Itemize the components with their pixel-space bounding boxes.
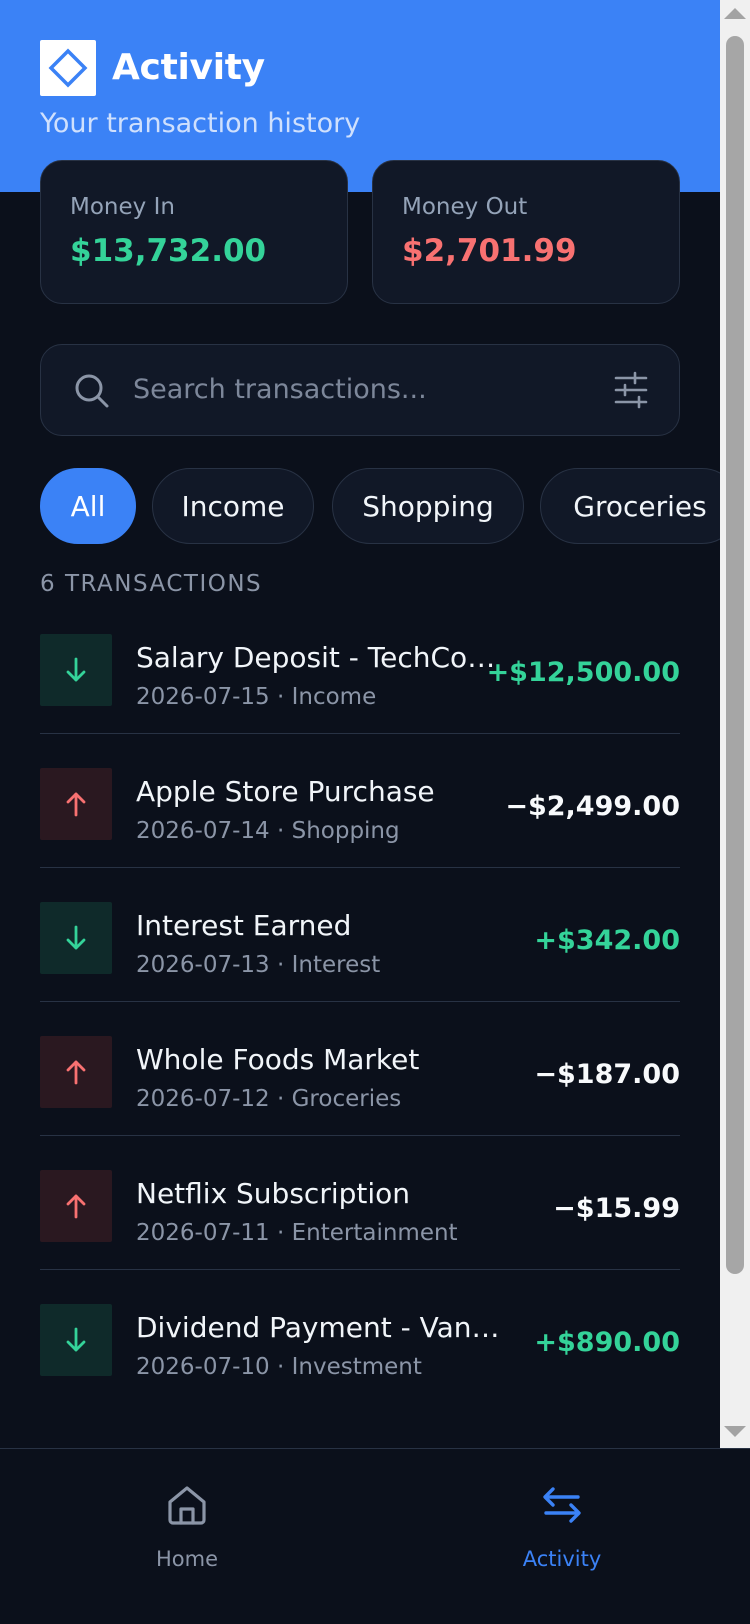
bottom-nav: Home Activity	[0, 1448, 750, 1624]
search-input[interactable]	[133, 345, 573, 434]
chip-all[interactable]: All	[40, 468, 136, 544]
chip-shopping[interactable]: Shopping	[332, 468, 524, 544]
scrollbar[interactable]	[720, 0, 750, 1448]
arrow-up-icon	[40, 768, 112, 840]
arrow-down-icon	[40, 634, 112, 706]
transaction-meta: 2026-07-13 · Interest	[136, 952, 381, 978]
transaction-name: Netflix Subscription	[136, 1177, 411, 1210]
scrollbar-thumb[interactable]	[726, 36, 744, 1274]
transactions-count: 6 TRANSACTIONS	[40, 571, 263, 597]
money-in-card: Money In $13,732.00	[40, 160, 348, 304]
transaction-meta: 2026-07-15 · Income	[136, 684, 377, 710]
sliders-icon[interactable]	[613, 371, 649, 409]
nav-activity[interactable]: Activity	[472, 1449, 652, 1624]
transaction-row[interactable]: Interest Earned 2026-07-13 · Interest +$…	[40, 868, 680, 1002]
chip-income[interactable]: Income	[152, 468, 314, 544]
transaction-row[interactable]: Netflix Subscription 2026-07-11 · Entert…	[40, 1136, 680, 1270]
money-out-label: Money Out	[402, 194, 528, 220]
transaction-meta: 2026-07-14 · Shopping	[136, 818, 400, 844]
transaction-row[interactable]: Whole Foods Market 2026-07-12 · Grocerie…	[40, 1002, 680, 1136]
diamond-logo-icon	[40, 40, 96, 96]
transaction-meta: 2026-07-11 · Entertainment	[136, 1220, 458, 1246]
transaction-name: Apple Store Purchase	[136, 775, 435, 808]
arrow-down-icon	[40, 902, 112, 974]
money-out-value: $2,701.99	[402, 233, 577, 269]
scroll-viewport[interactable]: Activity Your transaction history Money …	[0, 0, 720, 1448]
transaction-amount: +$890.00	[534, 1327, 680, 1358]
nav-home[interactable]: Home	[97, 1449, 277, 1624]
arrow-up-icon	[40, 1170, 112, 1242]
scroll-up-arrow-icon[interactable]	[724, 8, 746, 19]
transaction-amount: +$342.00	[534, 925, 680, 956]
nav-activity-label: Activity	[522, 1547, 602, 1571]
transaction-name: Dividend Payment - Vanguard	[136, 1311, 506, 1344]
money-in-value: $13,732.00	[70, 233, 267, 269]
arrow-up-icon	[40, 1036, 112, 1108]
transaction-row[interactable]: Apple Store Purchase 2026-07-14 · Shoppi…	[40, 734, 680, 868]
transaction-name: Salary Deposit - TechCorp Inc.	[136, 641, 506, 674]
transaction-amount: −$15.99	[553, 1193, 680, 1224]
home-icon	[168, 1486, 206, 1525]
transaction-meta: 2026-07-10 · Investment	[136, 1354, 422, 1380]
money-out-card: Money Out $2,701.99	[372, 160, 680, 304]
money-in-label: Money In	[70, 194, 175, 220]
page-subtitle: Your transaction history	[40, 108, 361, 139]
transaction-meta: 2026-07-12 · Groceries	[136, 1086, 402, 1112]
transaction-name: Whole Foods Market	[136, 1043, 420, 1076]
nav-home-label: Home	[155, 1547, 218, 1571]
transaction-amount: −$187.00	[534, 1059, 680, 1090]
page-title: Activity	[112, 47, 265, 88]
transaction-row[interactable]: Dividend Payment - Vanguard 2026-07-10 ·…	[40, 1270, 680, 1404]
transaction-name: Interest Earned	[136, 909, 352, 942]
arrow-down-icon	[40, 1304, 112, 1376]
transaction-amount: −$2,499.00	[505, 791, 680, 822]
transfer-arrows-icon	[543, 1487, 581, 1523]
search-bar	[40, 344, 680, 436]
transaction-row[interactable]: Salary Deposit - TechCorp Inc. 2026-07-1…	[40, 600, 680, 734]
chip-groceries[interactable]: Groceries	[540, 468, 720, 544]
transaction-amount: +$12,500.00	[486, 657, 680, 688]
scroll-down-arrow-icon[interactable]	[724, 1426, 746, 1437]
search-icon	[75, 374, 109, 408]
